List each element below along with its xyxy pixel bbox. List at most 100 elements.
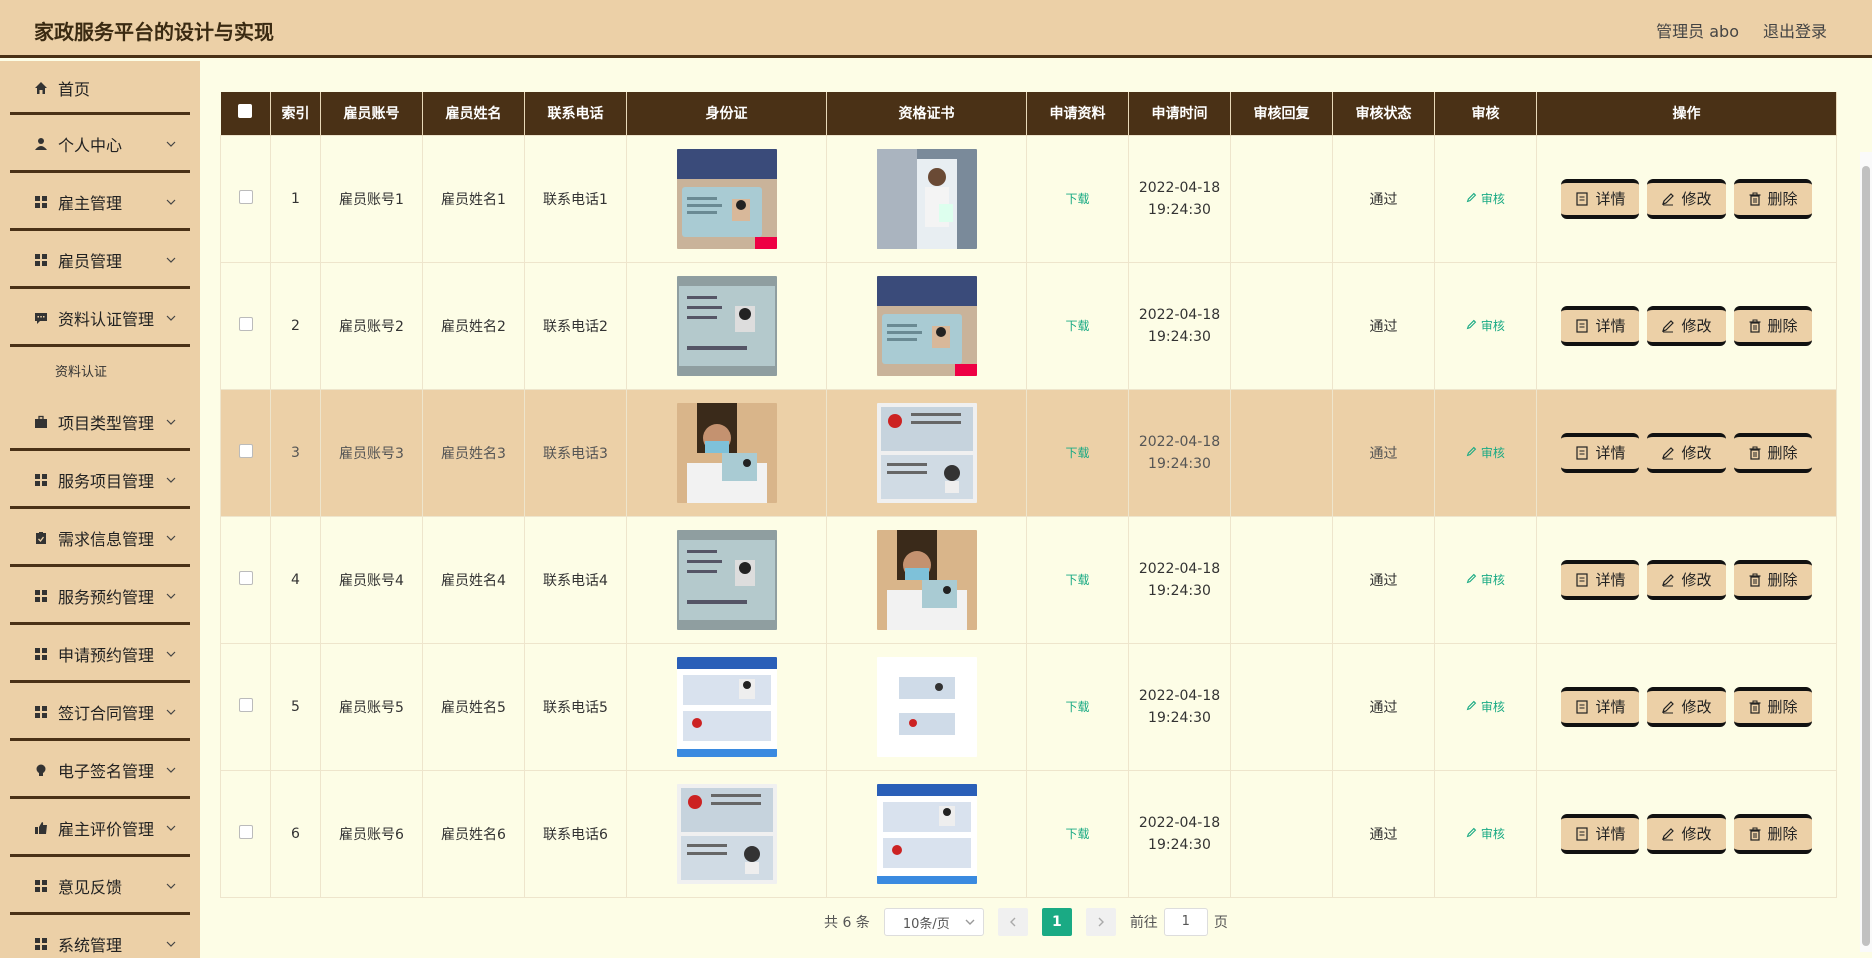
briefcase-icon [34,415,48,429]
next-page-button[interactable] [1085,908,1116,936]
id-card-image[interactable] [676,529,777,630]
download-link[interactable]: 下载 [1065,827,1089,841]
sidebar-item-7[interactable]: 服务项目管理 [0,451,200,509]
sidebar-item-1[interactable]: 个人中心 [0,115,200,173]
phone-cell: 联系电话6 [524,769,627,898]
logout-link[interactable]: 退出登录 [1763,18,1827,42]
delete-button[interactable]: 删除 [1733,305,1812,346]
download-link[interactable]: 下载 [1065,446,1089,460]
name-cell: 雇员姓名6 [422,769,525,898]
account-cell: 雇员账号6 [320,769,423,898]
delete-button[interactable]: 删除 [1733,686,1812,727]
edit-button[interactable]: 修改 [1647,432,1726,473]
pen-icon [1466,192,1477,203]
sidebar-item-13[interactable]: 雇主评价管理 [0,799,200,857]
detail-button[interactable]: 详情 [1561,686,1640,727]
sidebar-item-11[interactable]: 签订合同管理 [0,683,200,741]
sidebar-item-4[interactable]: 资料认证管理 [0,289,200,347]
column-header: 资格证书 [826,92,1027,135]
prev-page-button[interactable] [997,908,1028,936]
delete-button[interactable]: 删除 [1733,178,1812,219]
download-link[interactable]: 下载 [1065,319,1089,333]
grid-icon [34,195,48,209]
table-row: 4 雇员账号4 雇员姓名4 联系电话4 下载 2022-04-18 19:24:30 通过 … [220,515,1837,644]
detail-label: 详情 [1595,825,1626,843]
edit-button[interactable]: 修改 [1647,686,1726,727]
certificate-image[interactable] [876,529,977,630]
sidebar-item-0[interactable]: 首页 [0,61,200,115]
sidebar-item-14[interactable]: 意见反馈 [0,857,200,915]
pen-icon [1466,573,1477,584]
delete-button[interactable]: 删除 [1733,813,1812,854]
row-checkbox[interactable] [238,316,253,331]
id-card-image[interactable] [676,148,777,249]
audit-link[interactable]: 审核 [1466,827,1505,841]
id-card-image[interactable] [676,783,777,884]
index-cell: 4 [270,515,321,644]
submenu-item-5[interactable]: 资料认证 [0,347,200,393]
sidebar-item-15[interactable]: 系统管理 [0,915,200,958]
audit-link[interactable]: 审核 [1466,573,1505,587]
certificate-image[interactable] [876,656,977,757]
detail-label: 详情 [1595,444,1626,462]
sidebar-item-6[interactable]: 项目类型管理 [0,393,200,451]
page-size-select[interactable]: 10条/页 [883,908,984,936]
certificate-image[interactable] [876,148,977,249]
row-checkbox[interactable] [238,697,253,712]
row-checkbox[interactable] [238,189,253,204]
edit-button[interactable]: 修改 [1647,178,1726,219]
scrollbar-thumb[interactable] [1862,166,1870,946]
audit-link[interactable]: 审核 [1466,446,1505,460]
chevron-down-icon [166,419,176,425]
sidebar-item-label: 需求信息管理 [58,530,155,549]
certificate-image[interactable] [876,275,977,376]
sidebar-item-3[interactable]: 雇员管理 [0,231,200,289]
row-checkbox[interactable] [238,443,253,458]
vertical-scrollbar[interactable] [1860,152,1872,952]
audit-link[interactable]: 审核 [1466,192,1505,206]
detail-button[interactable]: 详情 [1561,305,1640,346]
audit-link[interactable]: 审核 [1466,319,1505,333]
index-cell: 3 [270,388,321,517]
app-title: 家政服务平台的设计与实现 [34,20,274,44]
row-checkbox[interactable] [238,570,253,585]
document-icon [1576,826,1589,841]
certificate-image[interactable] [876,402,977,503]
detail-button[interactable]: 详情 [1561,432,1640,473]
row-checkbox[interactable] [238,824,253,839]
audit-link[interactable]: 审核 [1466,700,1505,714]
page-number-1[interactable]: 1 [1041,908,1072,936]
edit-button[interactable]: 修改 [1647,813,1726,854]
edit-button[interactable]: 修改 [1647,305,1726,346]
download-link[interactable]: 下载 [1065,573,1089,587]
delete-button[interactable]: 删除 [1733,559,1812,600]
chevron-down-icon [166,257,176,263]
delete-button[interactable]: 删除 [1733,432,1812,473]
edit-button[interactable]: 修改 [1647,559,1726,600]
edit-label: 修改 [1681,317,1712,335]
download-link[interactable]: 下载 [1065,192,1089,206]
sidebar-item-12[interactable]: 电子签名管理 [0,741,200,799]
id-card-image[interactable] [676,275,777,376]
sidebar-item-10[interactable]: 申请预约管理 [0,625,200,683]
goto-page-input[interactable]: 1 [1163,908,1208,936]
thumb-icon [34,821,48,835]
select-all-checkbox[interactable] [238,104,253,119]
detail-button[interactable]: 详情 [1561,559,1640,600]
table-header-row: 索引 雇员账号 雇员姓名 联系电话 身份证 资格证书 申请资料 申请时间 审核回复 审核状态 审核操… [220,92,1837,135]
delete-label: 删除 [1767,317,1798,335]
sidebar-item-2[interactable]: 雇主管理 [0,173,200,231]
row-select-cell [220,134,271,263]
certificate-image[interactable] [876,783,977,884]
id-card-image[interactable] [676,656,777,757]
chevron-down-icon [166,883,176,889]
detail-button[interactable]: 详情 [1561,178,1640,219]
chevron-down-icon [166,825,176,831]
detail-button[interactable]: 详情 [1561,813,1640,854]
detail-label: 详情 [1595,190,1626,208]
status-cell: 通过 [1332,642,1435,771]
sidebar-item-8[interactable]: 需求信息管理 [0,509,200,567]
sidebar-item-9[interactable]: 服务预约管理 [0,567,200,625]
download-link[interactable]: 下载 [1065,700,1089,714]
id-card-image[interactable] [676,402,777,503]
